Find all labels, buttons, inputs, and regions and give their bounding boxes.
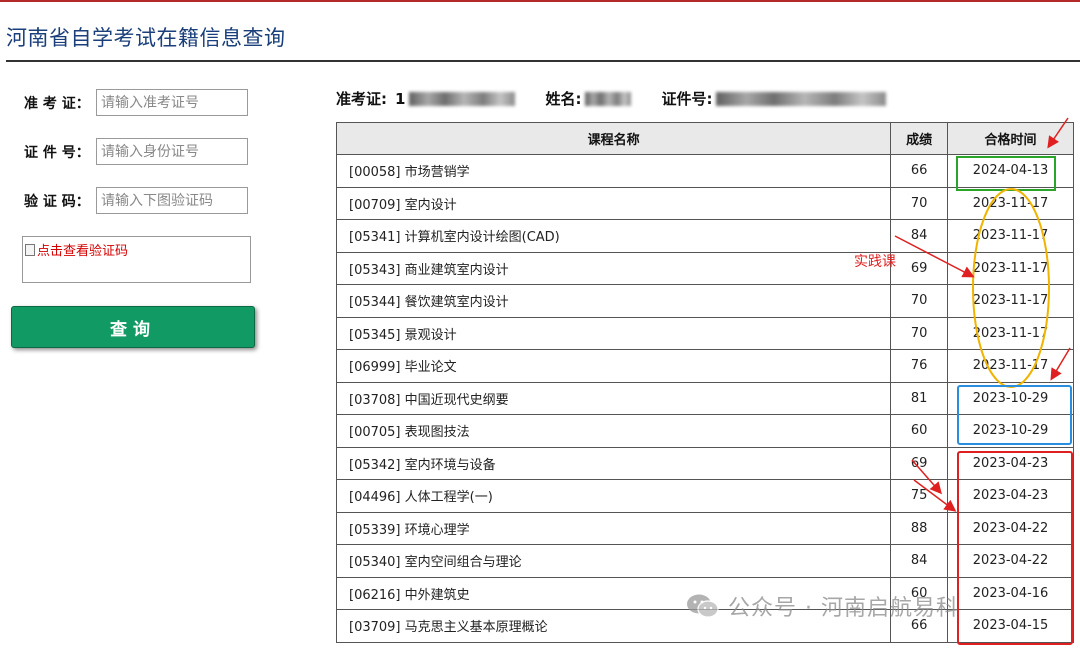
score-cell: 69	[890, 446, 949, 480]
table-row: [00709] 室内设计 70 2023-11-17	[335, 186, 1074, 220]
table-row: [05341] 计算机室内设计绘图(CAD) 84 2023-11-17	[335, 219, 1074, 253]
id-number-row: 证 件 号：	[24, 138, 248, 165]
course-cell: [05343] 商业建筑室内设计	[335, 251, 892, 285]
exam-id-row: 准 考 证：	[24, 89, 248, 116]
pass-date-cell: 2024-04-13	[947, 154, 1074, 188]
broken-image-icon	[25, 243, 35, 256]
pass-date-cell: 2023-04-22	[947, 511, 1074, 545]
score-cell: 66	[890, 154, 949, 188]
score-cell: 69	[890, 251, 949, 285]
wechat-icon	[687, 594, 719, 618]
course-cell: [05345] 景观设计	[335, 316, 892, 350]
course-cell: [05340] 室内空间组合与理论	[335, 544, 892, 578]
table-row: [00705] 表现图技法 60 2023-10-29	[335, 414, 1074, 448]
practice-course-annotation: 实践课	[854, 254, 896, 270]
header-pass-date: 合格时间	[947, 122, 1074, 155]
score-cell: 81	[890, 381, 949, 415]
table-row: [05343] 商业建筑室内设计 69 2023-11-17	[335, 251, 1074, 285]
course-cell: [04496] 人体工程学(一)	[335, 479, 892, 513]
table-row: [05344] 餐饮建筑室内设计 70 2023-11-17	[335, 284, 1074, 318]
course-cell: [00058] 市场营销学	[335, 154, 892, 188]
course-cell: [05344] 餐饮建筑室内设计	[335, 284, 892, 318]
score-cell: 84	[890, 219, 949, 253]
info-name-label: 姓名:	[545, 90, 582, 108]
captcha-image-alt: 点击查看验证码	[37, 244, 129, 259]
captcha-image-box[interactable]: 点击查看验证码	[22, 236, 251, 283]
exam-id-input[interactable]	[96, 89, 248, 116]
pass-date-cell: 2023-11-17	[947, 219, 1074, 253]
student-info: 准考证: 1 姓名: 证件号:	[336, 88, 887, 109]
watermark-text: 公众号 · 河南启航易科	[728, 596, 959, 621]
table-row: [00058] 市场营销学 66 2024-04-13	[335, 154, 1074, 188]
course-cell: [00709] 室内设计	[335, 186, 892, 220]
pass-date-cell: 2023-10-29	[947, 414, 1074, 448]
captcha-row: 验 证 码：	[24, 187, 248, 214]
captcha-label: 验 证 码：	[24, 193, 90, 210]
pass-date-cell: 2023-11-17	[947, 251, 1074, 285]
pass-date-cell: 2023-11-17	[947, 349, 1074, 383]
score-cell: 70	[890, 186, 949, 220]
info-exam-id-prefix: 1	[395, 89, 406, 108]
table-row: [05340] 室内空间组合与理论 84 2023-04-22	[335, 544, 1074, 578]
score-cell: 60	[890, 414, 949, 448]
course-cell: [00705] 表现图技法	[335, 414, 892, 448]
pass-date-cell: 2023-10-29	[947, 381, 1074, 415]
scores-table: 课程名称 成绩 合格时间 [00058] 市场营销学 66 2024-04-13 [0…	[335, 122, 1074, 643]
table-header-row: 课程名称 成绩 合格时间	[335, 122, 1074, 155]
captcha-input[interactable]	[96, 187, 248, 214]
pass-date-cell: 2023-04-23	[947, 446, 1074, 480]
pass-date-cell: 2023-11-17	[947, 316, 1074, 350]
course-cell: [05341] 计算机室内设计绘图(CAD)	[335, 219, 892, 253]
id-info: 证件号:	[661, 88, 887, 109]
table-row: [05342] 室内环境与设备 69 2023-04-23	[335, 446, 1074, 480]
redacted-id-number	[716, 91, 887, 106]
pass-date-cell: 2023-04-23	[947, 479, 1074, 513]
score-cell: 76	[890, 349, 949, 383]
page-title: 河南省自学考试在籍信息查询	[6, 26, 286, 50]
course-cell: [03708] 中国近现代史纲要	[335, 381, 892, 415]
course-cell: [05339] 环境心理学	[335, 511, 892, 545]
course-cell: [06999] 毕业论文	[335, 349, 892, 383]
score-cell: 70	[890, 316, 949, 350]
score-cell: 84	[890, 544, 949, 578]
info-exam-id-label: 准考证:	[336, 90, 387, 108]
id-number-label: 证 件 号：	[24, 144, 90, 161]
pass-date-cell: 2023-04-22	[947, 544, 1074, 578]
header-course-name: 课程名称	[335, 122, 892, 155]
info-id-label: 证件号:	[661, 90, 713, 108]
score-cell: 88	[890, 511, 949, 545]
redacted-name	[585, 91, 632, 106]
watermark: 公众号 · 河南启航易科	[686, 590, 959, 622]
pass-date-cell: 2023-11-17	[947, 186, 1074, 220]
exam-id-label: 准 考 证：	[24, 95, 90, 112]
captcha-image[interactable]: 点击查看验证码	[25, 240, 128, 259]
table-row: [04496] 人体工程学(一) 75 2023-04-23	[335, 479, 1074, 513]
table-row: [06999] 毕业论文 76 2023-11-17	[335, 349, 1074, 383]
title-divider	[6, 60, 1080, 62]
pass-date-cell: 2023-11-17	[947, 284, 1074, 318]
pass-date-cell: 2023-04-15	[947, 609, 1074, 643]
top-accent-line	[0, 0, 1080, 2]
pass-date-cell: 2023-04-16	[947, 576, 1074, 610]
table-row: [05339] 环境心理学 88 2023-04-22	[335, 511, 1074, 545]
id-number-input[interactable]	[96, 138, 248, 165]
header-score: 成绩	[890, 122, 949, 155]
table-row: [03708] 中国近现代史纲要 81 2023-10-29	[335, 381, 1074, 415]
course-cell: [05342] 室内环境与设备	[335, 446, 892, 480]
score-cell: 75	[890, 479, 949, 513]
score-cell: 70	[890, 284, 949, 318]
table-row: [05345] 景观设计 70 2023-11-17	[335, 316, 1074, 350]
redacted-exam-id	[409, 91, 516, 106]
exam-id-info: 准考证: 1	[336, 88, 516, 109]
query-button[interactable]: 查询	[11, 306, 255, 348]
name-info: 姓名:	[545, 88, 632, 109]
